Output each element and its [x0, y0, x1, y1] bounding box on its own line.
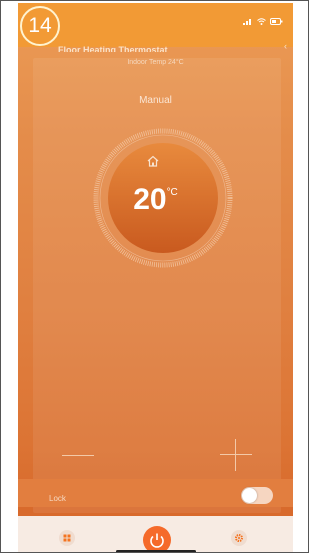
- battery-icon: [270, 18, 283, 25]
- grid-menu-button[interactable]: [59, 530, 75, 546]
- decrease-temperature-button[interactable]: [62, 455, 94, 456]
- grid-icon: [63, 534, 71, 542]
- signal-icon: [243, 18, 253, 25]
- home-indicator: [116, 550, 196, 552]
- indoor-temperature-label: Indoor Temp 24°C: [127, 59, 184, 66]
- home-icon: [147, 155, 159, 167]
- toggle-knob: [242, 488, 257, 503]
- status-bar: 14: [18, 3, 293, 47]
- page-title: Floor Heating Thermostat: [58, 45, 168, 52]
- screenshot-frame: 14 Floor Heating Thermostat ‹ Indoor Tem…: [0, 0, 309, 553]
- lock-label: Lock: [49, 494, 66, 503]
- setpoint-temperature: 20°C: [18, 183, 293, 217]
- settings-button[interactable]: [231, 530, 247, 546]
- temperature-unit: °C: [166, 187, 178, 198]
- step-number-badge: 14: [20, 6, 60, 46]
- power-icon: [150, 533, 164, 548]
- power-button[interactable]: [143, 526, 171, 552]
- phone-screen: 14 Floor Heating Thermostat ‹ Indoor Tem…: [18, 3, 293, 552]
- back-arrow-icon[interactable]: ‹: [284, 41, 287, 51]
- lock-toggle[interactable]: [241, 487, 273, 504]
- wifi-icon: [257, 18, 266, 25]
- gear-icon: [235, 534, 243, 542]
- mode-label[interactable]: Manual: [18, 95, 293, 106]
- temperature-value: 20: [133, 183, 167, 216]
- increase-temperature-button[interactable]: [220, 439, 252, 471]
- status-icons: [243, 18, 283, 25]
